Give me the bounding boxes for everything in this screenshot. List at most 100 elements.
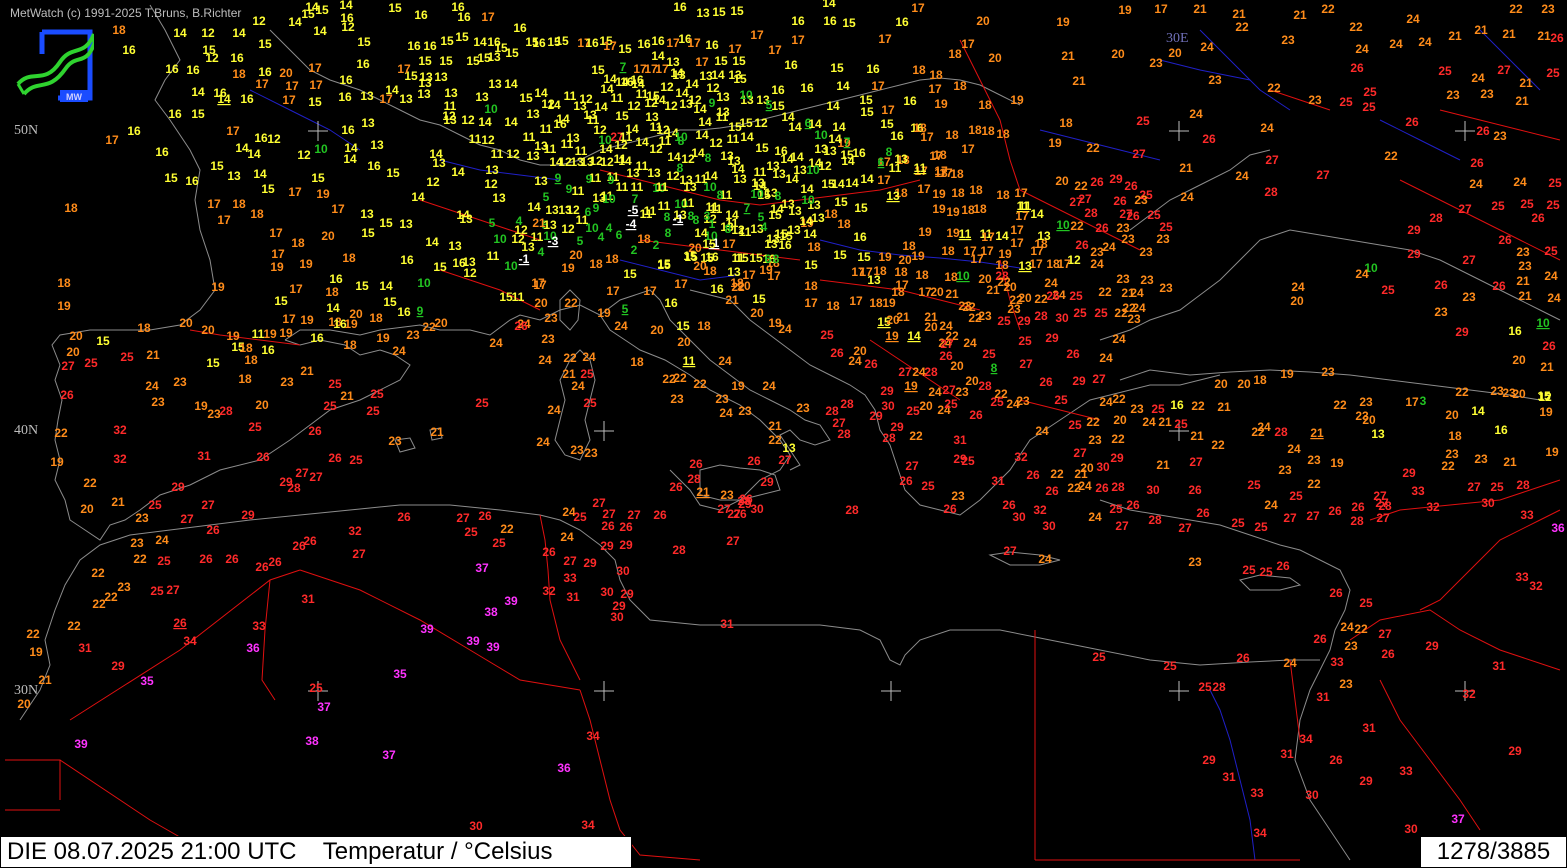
temperature-reading: 17 [282, 312, 296, 326]
temperature-reading: 23 [1307, 453, 1321, 467]
temperature-reading: 13 [434, 70, 448, 84]
temperature-reading: 11 [640, 207, 653, 221]
temperature-reading: 20 [677, 335, 691, 349]
temperature-reading: 15 [418, 54, 432, 68]
temperature-reading: 28 [845, 503, 859, 517]
temperature-reading: 30 [1096, 460, 1110, 474]
temperature-reading: 22 [1235, 20, 1249, 34]
temperature-reading: 24 [1099, 351, 1113, 365]
temperature-reading: 13 [727, 265, 741, 279]
latitude-label-30n: 30N [14, 683, 39, 698]
temperature-reading: 16 [784, 58, 798, 72]
temperature-reading: 26 [1434, 278, 1448, 292]
temperature-reading: 26 [1476, 124, 1490, 138]
temperature-reading: 26 [1328, 504, 1342, 518]
temperature-reading: 22 [1111, 432, 1125, 446]
temperature-reading: 27 [905, 459, 919, 473]
temperature-reading: 24 [547, 403, 561, 417]
temperature-reading: 22 [92, 597, 106, 611]
temperature-reading: 14 [800, 182, 814, 196]
temperature-reading: 14 [549, 155, 563, 169]
temperature-reading: 19 [1118, 3, 1132, 17]
temperature-reading: 22 [1354, 622, 1368, 636]
temperature-reading: 15 [712, 5, 726, 19]
temperature-reading: 13 [432, 156, 446, 170]
temperature-reading: 21 [340, 389, 354, 403]
temperature-reading: 26 [1095, 481, 1109, 495]
temperature-reading: 23 [1016, 394, 1030, 408]
temperature-reading: 17 [917, 182, 931, 196]
temperature-reading: 22 [1333, 398, 1347, 412]
temperature-reading: 23 [1208, 73, 1222, 87]
longitude-label-30e: 30E [1166, 31, 1189, 46]
temperature-reading: 23 [738, 404, 752, 418]
temperature-reading: 25 [84, 356, 98, 370]
temperature-reading: 23 [584, 446, 598, 460]
temperature-reading: 15 [834, 195, 848, 209]
temperature-reading: 17 [768, 43, 782, 57]
temperature-reading: 17 [1010, 223, 1024, 237]
temperature-reading: 11 [572, 184, 585, 198]
temperature-reading: 22 [1070, 219, 1084, 233]
temperature-reading: 39 [74, 737, 88, 751]
temperature-reading: 17 [722, 237, 736, 251]
temperature-reading: 14 [217, 92, 231, 106]
temperature-reading: 27 [1073, 446, 1087, 460]
temperature-reading: 14 [534, 86, 548, 100]
temperature-reading: 19 [300, 313, 314, 327]
temperature-reading: 21 [430, 425, 444, 439]
temperature-reading: 23 [1140, 273, 1154, 287]
temperature-reading: 13 [361, 116, 375, 130]
temperature-reading: 22 [1307, 477, 1321, 491]
temperature-reading: 29 [1455, 325, 1469, 339]
temperature-reading: 24 [778, 322, 792, 336]
temperature-reading: 17 [687, 36, 701, 50]
temperature-reading: 6 [616, 228, 623, 242]
temperature-reading: 25 [1018, 334, 1032, 348]
temperature-reading: 17 [970, 252, 984, 266]
temperature-reading: 23 [207, 407, 221, 421]
temperature-reading: 16 [423, 39, 437, 53]
temperature-reading: 17 [895, 278, 909, 292]
temperature-reading: 1 [709, 217, 716, 231]
temperature-reading: 25 [1490, 480, 1504, 494]
temperature-reading: 37 [475, 561, 489, 575]
temperature-reading: 22 [26, 627, 40, 641]
temperature-reading: 24 [1287, 442, 1301, 456]
temperature-reading: 23 [1344, 639, 1358, 653]
temperature-reading: 19 [270, 260, 284, 274]
temperature-reading: 16 [853, 230, 867, 244]
temperature-reading: 5 [489, 216, 496, 230]
temperature-reading: 14 [547, 98, 561, 112]
temperature-reading: 23 [151, 395, 165, 409]
temperature-reading: 10 [956, 269, 970, 283]
temperature-reading: 26 [1045, 484, 1059, 498]
temperature-reading: 23 [1516, 245, 1530, 259]
temperature-reading: 14 [594, 100, 608, 114]
temperature-reading: 15 [308, 95, 322, 109]
temperature-reading: 25 [1362, 100, 1376, 114]
temperature-reading: 21 [1519, 76, 1533, 90]
temperature-reading: 16 [338, 90, 352, 104]
temperature-reading: 37 [1451, 812, 1465, 826]
temperature-reading: 15 [732, 54, 746, 68]
temperature-reading: 9 [608, 173, 615, 187]
temperature-reading: 25 [366, 404, 380, 418]
temperature-reading: 15 [206, 356, 220, 370]
temperature-reading: 20 [1111, 47, 1125, 61]
temperature-reading: 13 [696, 6, 710, 20]
temperature-reading: 24 [1340, 620, 1354, 634]
temperature-reading: 30 [1481, 496, 1495, 510]
temperature-reading: 26 [397, 510, 411, 524]
temperature-reading: 25 [1054, 393, 1068, 407]
temperature-reading: 26 [1196, 506, 1210, 520]
temperature-reading: 15 [657, 258, 671, 272]
temperature-reading: 20 [1237, 377, 1251, 391]
temperature-reading: 10 [806, 163, 820, 177]
temperature-reading: 25 [1109, 502, 1123, 516]
temperature-reading: 26 [969, 408, 983, 422]
temperature-reading: 25 [1259, 565, 1273, 579]
temperature-reading: 31 [1316, 690, 1330, 704]
temperature-reading: 16 [186, 63, 200, 77]
temperature-reading: 27 [1092, 372, 1106, 386]
